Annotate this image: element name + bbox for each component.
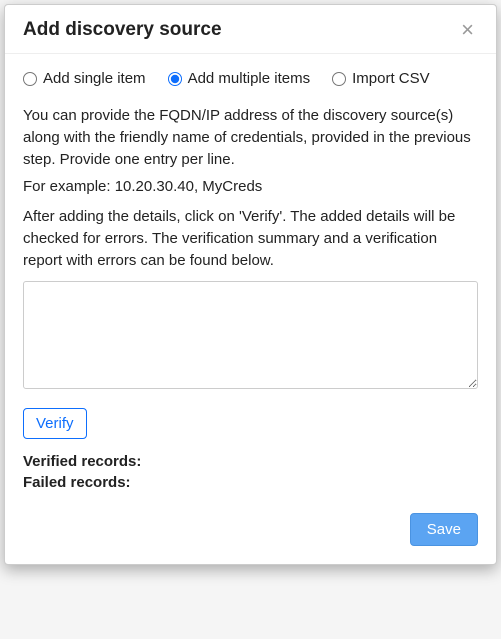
radio-add-single-item-input[interactable] [23, 72, 37, 86]
modal-header: Add discovery source × [5, 5, 496, 54]
add-discovery-source-modal: Add discovery source × Add single item A… [4, 4, 497, 565]
description-paragraph-1: You can provide the FQDN/IP address of t… [23, 105, 478, 170]
radio-add-single-item[interactable]: Add single item [23, 70, 146, 87]
radio-add-multiple-items-label: Add multiple items [188, 70, 311, 87]
radio-import-csv[interactable]: Import CSV [332, 70, 430, 87]
mode-radio-group: Add single item Add multiple items Impor… [23, 70, 478, 87]
save-button[interactable]: Save [410, 513, 478, 546]
verify-button[interactable]: Verify [23, 408, 87, 439]
modal-body: Add single item Add multiple items Impor… [5, 54, 496, 499]
radio-import-csv-label: Import CSV [352, 70, 430, 87]
modal-footer: Save [5, 499, 496, 564]
radio-import-csv-input[interactable] [332, 72, 346, 86]
failed-records-row: Failed records: [23, 474, 478, 491]
verified-records-label: Verified records: [23, 453, 141, 470]
close-button[interactable]: × [457, 19, 478, 41]
radio-add-multiple-items-input[interactable] [168, 72, 182, 86]
description-paragraph-2: After adding the details, click on 'Veri… [23, 206, 478, 271]
verified-records-row: Verified records: [23, 453, 478, 470]
modal-title: Add discovery source [23, 19, 222, 41]
failed-records-label: Failed records: [23, 474, 131, 491]
radio-add-single-item-label: Add single item [43, 70, 146, 87]
radio-add-multiple-items[interactable]: Add multiple items [168, 70, 311, 87]
description-example: For example: 10.20.30.40, MyCreds [23, 176, 478, 198]
entries-textarea[interactable] [23, 281, 478, 389]
description-block: You can provide the FQDN/IP address of t… [23, 105, 478, 198]
